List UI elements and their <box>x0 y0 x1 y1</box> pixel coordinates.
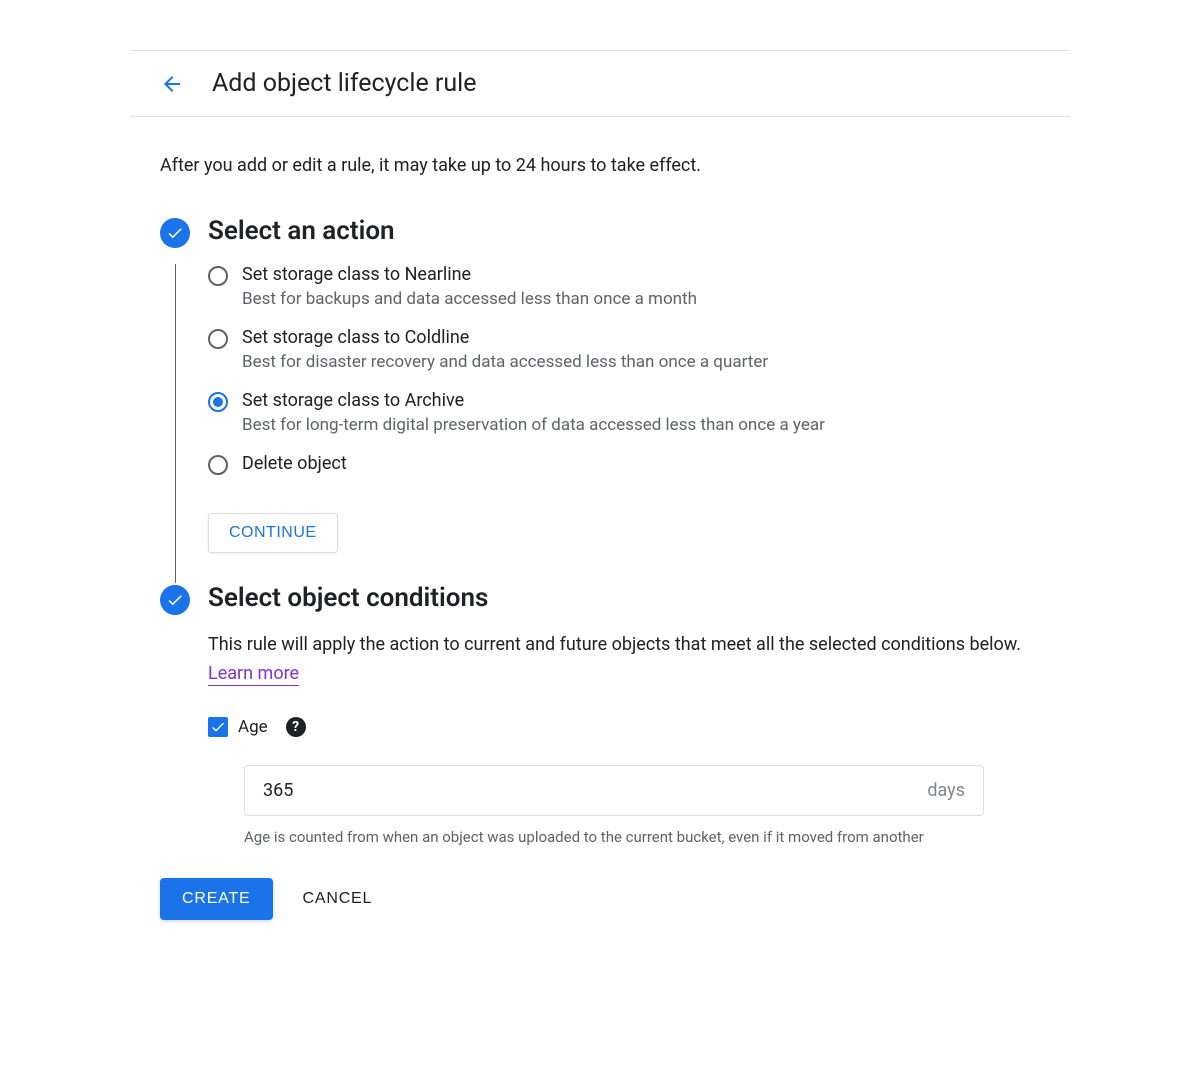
step-title: Select an action <box>208 216 1070 246</box>
radio-label: Set storage class to Coldline <box>242 327 1070 348</box>
age-input-field[interactable]: days <box>244 765 984 816</box>
radio-icon <box>208 329 228 349</box>
conditions-desc: This rule will apply the action to curre… <box>208 631 1070 689</box>
create-button[interactable]: CREATE <box>160 878 273 920</box>
age-help-text: Age is counted from when an object was u… <box>244 826 944 849</box>
radio-icon <box>208 266 228 286</box>
age-label: Age <box>238 717 268 737</box>
radio-archive[interactable]: Set storage class to Archive Best for lo… <box>208 390 1070 435</box>
radio-delete[interactable]: Delete object <box>208 453 1070 475</box>
cancel-button[interactable]: CANCEL <box>303 890 373 908</box>
help-icon[interactable]: ? <box>286 717 306 737</box>
age-input[interactable] <box>263 780 927 801</box>
radio-label: Delete object <box>242 453 1070 474</box>
step-select-action: Select an action <box>160 216 1070 264</box>
step-connector <box>175 264 176 583</box>
radio-label: Set storage class to Nearline <box>242 264 1070 285</box>
age-suffix: days <box>927 780 965 801</box>
step-complete-icon <box>160 585 190 615</box>
radio-icon <box>208 392 228 412</box>
radio-desc: Best for backups and data accessed less … <box>242 289 1070 309</box>
header-bar: Add object lifecycle rule <box>130 50 1070 117</box>
radio-desc: Best for long-term digital preservation … <box>242 415 1070 435</box>
step-title: Select object conditions <box>208 583 1070 613</box>
continue-button[interactable]: CONTINUE <box>208 513 338 553</box>
back-arrow-icon[interactable] <box>160 72 184 96</box>
page-title: Add object lifecycle rule <box>212 69 477 98</box>
radio-label: Set storage class to Archive <box>242 390 1070 411</box>
intro-text: After you add or edit a rule, it may tak… <box>160 155 1070 176</box>
age-checkbox[interactable] <box>208 717 228 737</box>
radio-nearline[interactable]: Set storage class to Nearline Best for b… <box>208 264 1070 309</box>
radio-coldline[interactable]: Set storage class to Coldline Best for d… <box>208 327 1070 372</box>
radio-desc: Best for disaster recovery and data acce… <box>242 352 1070 372</box>
step-complete-icon <box>160 218 190 248</box>
learn-more-link[interactable]: Learn more <box>208 663 299 686</box>
step-select-conditions: Select object conditions This rule will … <box>160 583 1070 848</box>
radio-icon <box>208 455 228 475</box>
